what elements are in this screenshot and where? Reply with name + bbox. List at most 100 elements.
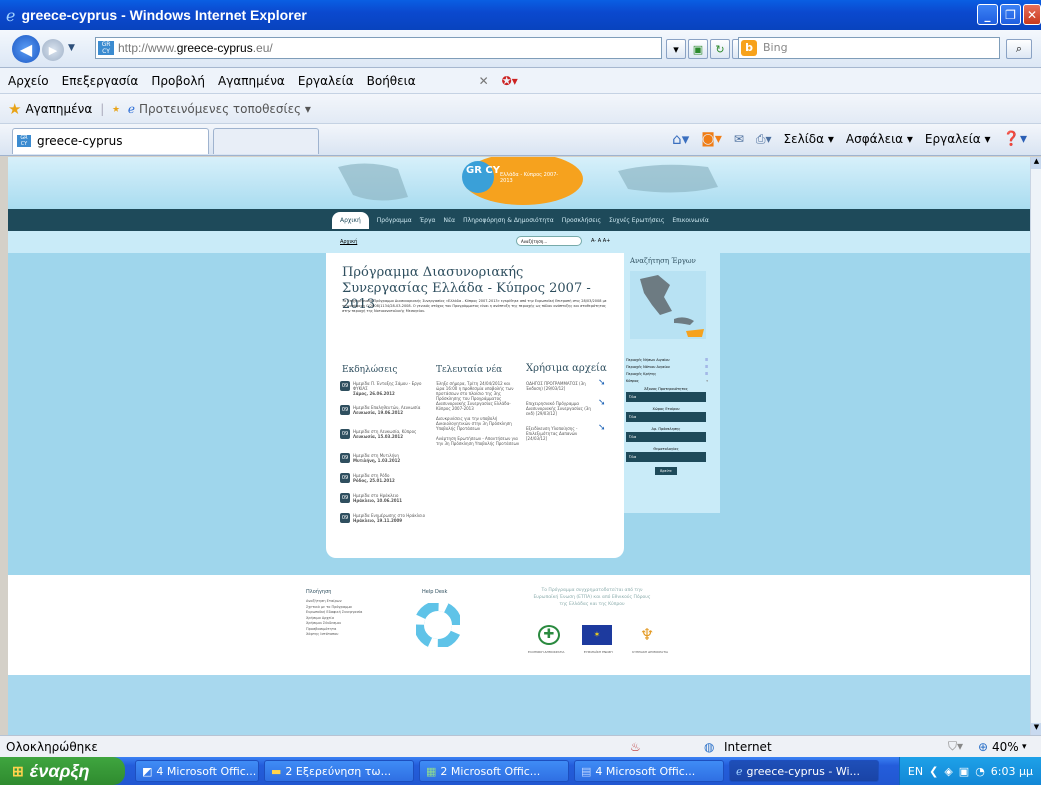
window-titlebar: ℯ greece-cyprus - Windows Internet Explo…: [0, 0, 1041, 30]
translate-icon[interactable]: ✪▾: [502, 74, 518, 88]
news-item[interactable]: Διευκρινίσεις για την υποβολή Δικαιολογη…: [436, 416, 520, 431]
maximize-button[interactable]: ❐: [1000, 4, 1021, 25]
back-button[interactable]: ◀: [12, 35, 40, 63]
region-link[interactable]: Κύπρος ▾: [626, 378, 708, 385]
task-excel[interactable]: ▦ 2 Microsoft Offic...: [419, 760, 569, 782]
event-item[interactable]: 09 Ημερίδα στη Λευκωσία, Κύπρος Λευκωσία,…: [340, 429, 432, 453]
site-nav-info[interactable]: Πληροφόρηση & Δημοσιότητα: [463, 217, 554, 224]
event-item[interactable]: 09 Ημερίδα Π. Ένταξης Σάμου - Εργο ΦΥΚΙΑ…: [340, 381, 432, 405]
site-search-input[interactable]: Αναζήτηση...: [516, 236, 582, 246]
site-nav-home[interactable]: Αρχική: [332, 211, 369, 229]
site-nav-news[interactable]: Νέα: [443, 217, 455, 224]
region-map-graphic[interactable]: [630, 271, 706, 339]
compatibility-icon[interactable]: ▣: [688, 39, 708, 59]
windows-logo-icon: ⊞: [12, 762, 24, 779]
filter-select-partner[interactable]: Όλα: [626, 412, 706, 422]
footer-link[interactable]: Χάρτης Ιστότοπου: [306, 632, 396, 638]
search-input[interactable]: Bing: [738, 37, 1000, 59]
news-item[interactable]: Έληξε σήμερα, Τρίτη 24/04/2012 και ώρα 1…: [436, 381, 520, 411]
menu-favorites[interactable]: Αγαπημένα: [218, 74, 285, 88]
region-link[interactable]: Περιοχές Νήσων Αιγαίου ☰: [626, 357, 708, 364]
zoom-level[interactable]: 40%: [992, 740, 1019, 754]
forward-button[interactable]: ▶: [42, 39, 64, 61]
font-size-controls[interactable]: A- A A+: [591, 238, 610, 244]
tools-menu[interactable]: Εργαλεία ▾: [925, 132, 991, 146]
search-icon[interactable]: ⌕: [1006, 39, 1032, 59]
tab-greece-cyprus[interactable]: greece-cyprus: [12, 128, 209, 154]
suggested-sites[interactable]: Προτεινόμενες τοποθεσίες ▾: [139, 102, 311, 116]
menu-edit[interactable]: Επεξεργασία: [62, 74, 139, 88]
filter-select-priority[interactable]: Όλα: [626, 392, 706, 402]
file-item[interactable]: Εξειδίκευση Υλοποίησης - Επιλεξιμότητας …: [526, 424, 618, 442]
filter-label-theme: Θεματολογίας: [653, 447, 679, 451]
events-heading: Εκδηλώσεις: [342, 365, 398, 375]
file-title: Εξειδίκευση Υλοποίησης - Επιλεξιμότητας …: [526, 426, 578, 441]
scroll-up-arrow-icon[interactable]: ▲: [1031, 157, 1041, 169]
region-link[interactable]: Περιοχές Κρήτης ☰: [626, 371, 708, 378]
event-item[interactable]: 09 Ημερίδα Ενημέρωσης στο Ηράκλειο Ηράκλε…: [340, 513, 432, 539]
close-toolbar-icon[interactable]: ✕: [479, 74, 489, 88]
site-nav-projects[interactable]: Έργα: [420, 217, 436, 224]
print-icon[interactable]: ⎙▾: [756, 132, 772, 147]
site-logo[interactable]: GR CY: [466, 166, 500, 176]
tray-expand-icon[interactable]: ❮: [929, 765, 938, 778]
site-nav-contact[interactable]: Επικοινωνία: [672, 217, 708, 224]
filter-select-call[interactable]: Όλα: [626, 432, 706, 442]
safety-menu[interactable]: Ασφάλεια ▾: [846, 132, 913, 146]
event-item[interactable]: 09 Ημερίδα στο Ηράκλειο Ηράκλειο, 10.06.2…: [340, 493, 432, 513]
breadcrumb[interactable]: Αρχική: [340, 239, 357, 245]
task-outlook[interactable]: ◩ 4 Microsoft Offic...: [135, 760, 259, 782]
news-item[interactable]: Ανάρτηση Ερωτήσεων - Απαντήσεων για την …: [436, 436, 520, 446]
mail-icon[interactable]: ✉: [734, 132, 744, 146]
menu-file[interactable]: Αρχείο: [8, 74, 49, 88]
address-input[interactable]: http://www.greece-cyprus.eu/: [95, 37, 662, 59]
clock[interactable]: 6:03 μμ: [991, 765, 1033, 778]
refresh-icon[interactable]: ↻: [710, 39, 730, 59]
tray-network-icon[interactable]: ▣: [959, 765, 969, 778]
page-menu[interactable]: Σελίδα ▾: [784, 132, 834, 146]
download-arrow-icon[interactable]: ➘: [598, 424, 606, 441]
menu-tools[interactable]: Εργαλεία: [298, 74, 354, 88]
help-icon[interactable]: ❓▾: [1003, 131, 1027, 147]
history-dropdown-icon[interactable]: ▼: [68, 43, 75, 53]
menu-view[interactable]: Προβολή: [151, 74, 205, 88]
tray-shield-icon[interactable]: ◈: [944, 765, 952, 778]
download-arrow-icon[interactable]: ➘: [598, 399, 606, 416]
tray-volume-icon[interactable]: ◔: [975, 765, 985, 778]
event-item[interactable]: 09 Ημερίδα στη Μυτιλήνη Μυτιλήνη, 1.03.20…: [340, 453, 432, 473]
minimize-button[interactable]: _: [977, 4, 998, 25]
file-item[interactable]: ΟΔΗΓΟΣ ΠΡΟΓΡΑΜΜΑΤΟΣ (3η Έκδοση) [29/03/1…: [526, 379, 618, 392]
close-button[interactable]: ✕: [1023, 4, 1041, 25]
site-nav-program[interactable]: Πρόγραμμα: [377, 217, 412, 224]
find-button[interactable]: Βρείτε: [655, 467, 677, 475]
zoom-icon[interactable]: ⊕: [978, 740, 988, 754]
new-tab-button[interactable]: [213, 128, 319, 154]
site-nav-calls[interactable]: Προσκλήσεις: [562, 217, 601, 224]
file-item[interactable]: Επιχειρησιακό Πρόγραμμα Διασυνοριακής Συ…: [526, 399, 618, 417]
task-word[interactable]: ▤ 4 Microsoft Offic...: [574, 760, 724, 782]
language-indicator[interactable]: EN: [908, 765, 923, 778]
popup-icon[interactable]: ⛉▾: [948, 739, 963, 754]
add-favorite-icon[interactable]: ⭑: [112, 101, 120, 117]
start-button[interactable]: ⊞ έναρξη: [0, 757, 125, 785]
event-item[interactable]: 09 Ημερίδα στη Ρόδο Ρόδος, 25.01.2012: [340, 473, 432, 493]
event-item[interactable]: 09 Ημερίδα Επαληθευτών, Λευκωσία Λευκωσία…: [340, 405, 432, 429]
address-dropdown-icon[interactable]: ▾: [666, 39, 686, 59]
home-icon[interactable]: ⌂▾: [672, 130, 689, 148]
rss-icon[interactable]: ◙▾: [701, 131, 722, 147]
favorites-button[interactable]: Αγαπημένα: [25, 102, 92, 116]
filter-select-theme[interactable]: Όλα: [626, 452, 706, 462]
task-label: greece-cyprus - Wi...: [746, 764, 861, 778]
region-link[interactable]: Περιοχές Νότιου Αιγαίου ☰: [626, 364, 708, 371]
footer-band: [8, 675, 1030, 735]
zoom-dropdown-icon[interactable]: ▾: [1022, 742, 1027, 752]
site-nav-faq[interactable]: Συχνές Ερωτήσεις: [609, 217, 664, 224]
task-explorer[interactable]: ▬ 2 Εξερεύνηση τω...: [264, 760, 414, 782]
task-label: 4 Microsoft Offic...: [595, 764, 696, 778]
vertical-scrollbar[interactable]: ▲ ▼: [1030, 157, 1041, 735]
lifebuoy-icon[interactable]: [416, 603, 460, 647]
menu-help[interactable]: Βοήθεια: [367, 74, 416, 88]
scroll-down-arrow-icon[interactable]: ▼: [1031, 723, 1041, 735]
task-ie[interactable]: ℯ greece-cyprus - Wi...: [729, 760, 879, 782]
download-arrow-icon[interactable]: ➘: [598, 379, 606, 391]
